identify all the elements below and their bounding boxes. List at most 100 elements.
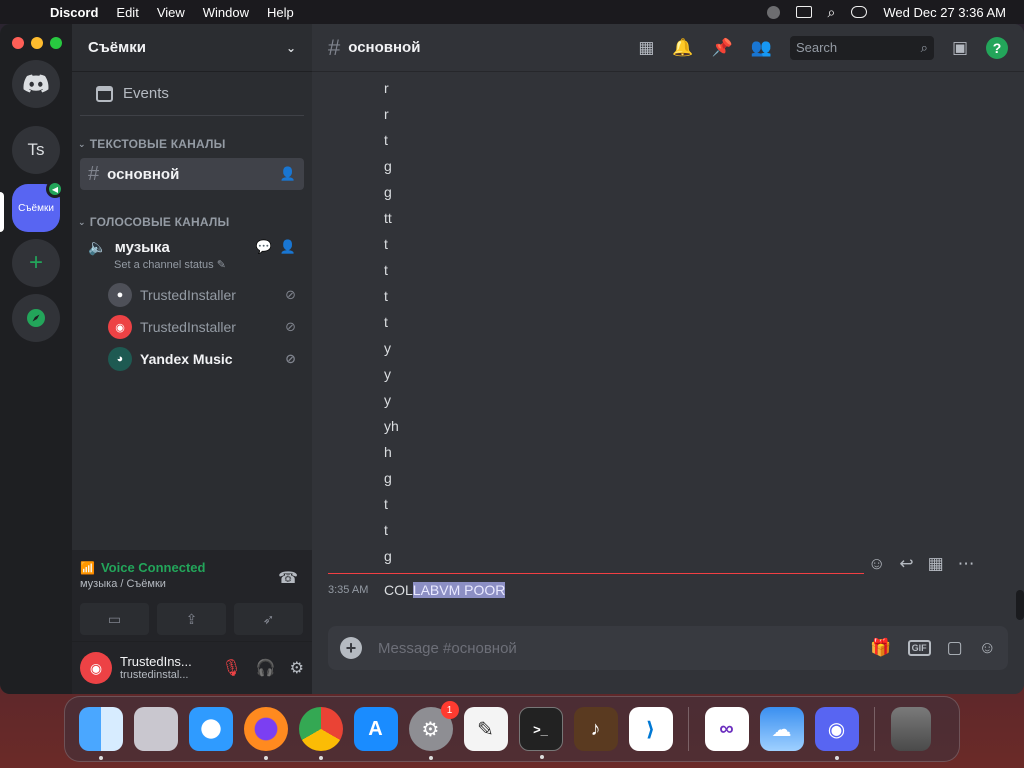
search-input[interactable] <box>795 40 906 55</box>
attach-plus-icon[interactable]: + <box>340 637 362 659</box>
message-row[interactable]: 3:35 AM COLLABVM POOR <box>312 580 1012 604</box>
user-avatar[interactable]: ◉ <box>80 652 112 684</box>
close-window-button[interactable] <box>12 37 24 49</box>
message-line[interactable]: y <box>384 340 391 356</box>
message-line[interactable]: y <box>384 392 391 408</box>
signal-icon[interactable]: 📶 <box>80 561 95 575</box>
search-box[interactable]: ⌕ <box>789 35 934 60</box>
message-line[interactable]: r <box>384 80 389 96</box>
add-server-button[interactable]: + <box>12 239 60 287</box>
channel-osnovnoy[interactable]: # основной 👤 <box>80 158 304 190</box>
channel-status-text[interactable]: Set a channel status <box>114 259 214 271</box>
minimize-window-button[interactable] <box>31 37 43 49</box>
message-line[interactable]: t <box>384 236 388 252</box>
headphones-icon[interactable]: 🎧 <box>256 658 276 678</box>
server-active-button[interactable]: Съёмки ◀ <box>12 180 64 232</box>
message-line[interactable]: t <box>384 288 388 304</box>
menu-view[interactable]: View <box>157 5 185 20</box>
message-line[interactable]: t <box>384 132 388 148</box>
discord-dock-icon[interactable]: ◉ <box>814 707 859 760</box>
vscode-icon[interactable]: ⟩ <box>628 707 673 751</box>
message-line[interactable]: t <box>384 522 388 538</box>
invite-user-icon[interactable]: 👤 <box>280 239 296 255</box>
voice-channel-muzyka[interactable]: 🔈 музыка 💬 👤 Set a channel status ✎ <box>80 232 304 277</box>
system-settings-icon[interactable]: ⚙ 1 <box>408 701 459 760</box>
voice-user[interactable]: ● TrustedInstaller ⊘ <box>108 279 304 311</box>
control-center-icon[interactable] <box>851 6 868 18</box>
explore-servers-button[interactable] <box>12 294 60 342</box>
message-line[interactable]: g <box>384 470 392 486</box>
message-line[interactable]: t <box>384 314 388 330</box>
activities-button[interactable]: ➶ <box>234 603 303 635</box>
message-list[interactable]: r r t g g tt t t t t y y y yh h g t t g ☺ ↩ ▦ ⋯ 3:35 AM CO… <box>312 72 1012 620</box>
voice-user[interactable]: ◉ TrustedInstaller ⊘ <box>108 311 304 343</box>
search-icon: ⌕ <box>920 39 928 55</box>
category-text-channels[interactable]: ⌄ ТЕКСТОВЫЕ КАНАЛЫ <box>72 134 312 154</box>
microphone-muted-icon[interactable]: 🎙 <box>221 658 241 678</box>
gear-icon[interactable]: ⚙ <box>290 658 304 678</box>
menu-window[interactable]: Window <box>203 5 249 20</box>
terminal-icon[interactable]: >_ <box>518 707 563 759</box>
spotlight-search-icon[interactable]: ⌕ <box>828 4 836 21</box>
zoom-window-button[interactable] <box>50 37 62 49</box>
message-line[interactable]: h <box>384 444 392 460</box>
chrome-icon[interactable] <box>298 707 343 760</box>
app-store-icon[interactable]: A <box>353 707 398 751</box>
visual-studio-icon[interactable]: ∞ <box>704 707 749 751</box>
message-line[interactable]: g <box>384 548 392 564</box>
menubar-clock[interactable]: Wed Dec 27 3:36 AM <box>883 5 1006 20</box>
gif-icon[interactable]: GIF <box>907 640 931 656</box>
emoji-icon[interactable]: ☺ <box>979 638 996 658</box>
menu-help[interactable]: Help <box>267 5 294 20</box>
message-line[interactable]: tt <box>384 210 392 226</box>
bell-icon[interactable]: 🔔 <box>672 38 693 58</box>
member-list-icon[interactable]: 👥 <box>751 38 772 58</box>
message-line[interactable]: y <box>384 366 391 382</box>
reply-icon[interactable]: ↩ <box>899 554 913 574</box>
threads-icon[interactable]: ▦ <box>638 38 654 58</box>
user-names[interactable]: TrustedIns... trustedinstal... <box>120 654 192 683</box>
voice-user[interactable]: ◕ Yandex Music ⊘ <box>108 343 304 375</box>
message-input[interactable] <box>378 639 871 657</box>
garageband-icon[interactable]: ♪ <box>573 707 618 751</box>
pencil-icon[interactable]: ✎ <box>217 259 226 271</box>
chat-bubble-icon[interactable]: 💬 <box>256 239 272 255</box>
gift-icon[interactable]: 🎁 <box>870 638 891 658</box>
message-line[interactable]: g <box>384 184 392 200</box>
help-icon[interactable]: ? <box>986 36 1008 59</box>
firefox-icon[interactable] <box>243 707 288 760</box>
message-line[interactable]: t <box>384 496 388 512</box>
sticker-icon[interactable]: ▢ <box>947 638 963 658</box>
weather-icon[interactable]: ☁ <box>759 707 804 751</box>
window-switcher-icon[interactable] <box>795 6 812 18</box>
direct-messages-button[interactable] <box>12 60 60 108</box>
message-line[interactable]: g <box>384 158 392 174</box>
guild-header[interactable]: Съёмки ⌄ <box>72 24 312 72</box>
create-thread-icon[interactable]: ▦ <box>928 554 944 574</box>
finder-icon[interactable] <box>78 707 123 760</box>
launchpad-icon[interactable] <box>133 707 178 751</box>
events-item[interactable]: Events <box>80 72 304 116</box>
message-line[interactable]: r <box>384 106 389 122</box>
disconnect-call-icon[interactable]: ☎ <box>278 568 298 588</box>
voice-location[interactable]: музыка / Съёмки <box>80 578 304 590</box>
message-line[interactable]: yh <box>384 418 399 434</box>
invite-user-icon[interactable]: 👤 <box>280 166 296 182</box>
camera-off-button[interactable]: ▭ <box>80 603 149 635</box>
server-ts-button[interactable]: Ts <box>12 126 60 174</box>
screen-record-icon[interactable] <box>766 5 780 19</box>
safari-icon[interactable] <box>188 707 233 751</box>
textedit-icon[interactable]: ✎ <box>463 707 508 751</box>
add-reaction-icon[interactable]: ☺ <box>868 554 885 574</box>
scrollbar-thumb[interactable] <box>1016 590 1024 620</box>
category-voice-channels[interactable]: ⌄ ГОЛОСОВЫЕ КАНАЛЫ <box>72 212 312 232</box>
pin-icon[interactable]: 📌 <box>712 38 733 58</box>
trash-icon[interactable] <box>890 707 931 751</box>
menu-edit[interactable]: Edit <box>116 5 138 20</box>
menu-app-name[interactable]: Discord <box>50 5 98 20</box>
inbox-icon[interactable]: ▣ <box>952 38 968 58</box>
more-options-icon[interactable]: ⋯ <box>958 554 975 574</box>
message-content[interactable]: COLLABVM POOR <box>384 582 506 598</box>
screen-share-button[interactable]: ⇪ <box>157 603 226 635</box>
message-line[interactable]: t <box>384 262 388 278</box>
